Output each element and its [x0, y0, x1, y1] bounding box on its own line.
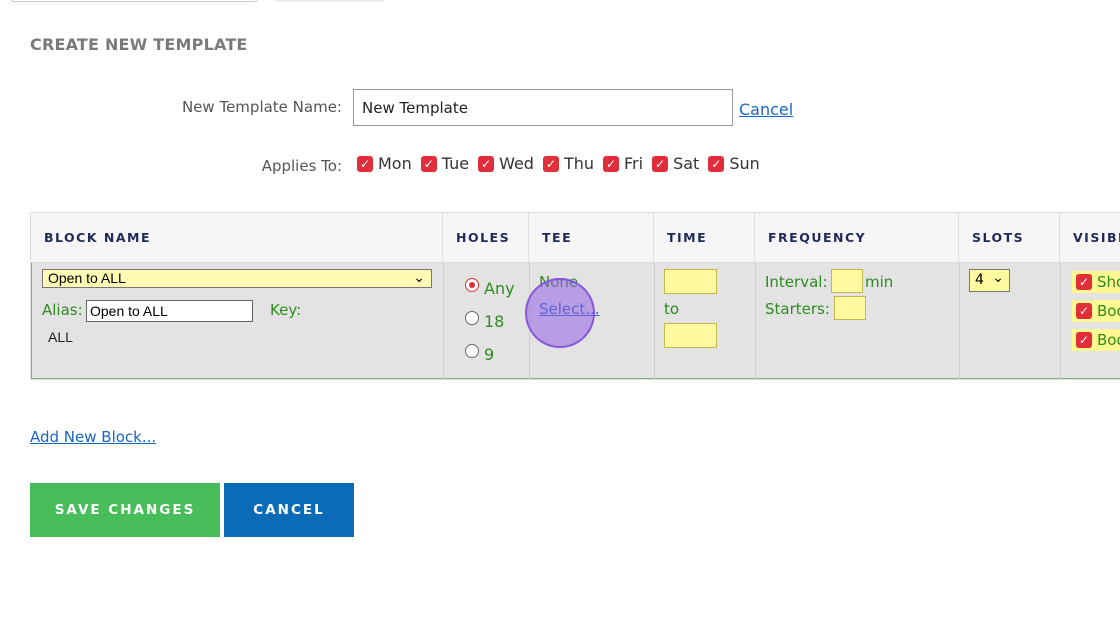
day-mon[interactable]: ✓ Mon: [357, 154, 412, 173]
radio-holes-any[interactable]: [465, 278, 479, 292]
block-name-value: Open to ALL: [48, 270, 126, 286]
alias-label: Alias:: [42, 301, 83, 319]
day-sat[interactable]: ✓ Sat: [652, 154, 699, 173]
column-divider: [1060, 263, 1061, 379]
header-visibility: VISIBI: [1073, 230, 1120, 245]
key-value: ALL: [48, 329, 73, 345]
save-changes-button[interactable]: SAVE CHANGES: [30, 483, 220, 537]
checkbox-checked-icon[interactable]: ✓: [1076, 303, 1092, 319]
day-fri[interactable]: ✓ Fri: [603, 154, 643, 173]
interval-input[interactable]: [831, 269, 863, 293]
cancel-button[interactable]: CANCEL: [224, 483, 354, 537]
column-divider: [755, 263, 756, 379]
header-holes: HOLES: [443, 213, 529, 262]
checkbox-checked-icon[interactable]: ✓: [603, 155, 620, 172]
day-label: Fri: [624, 154, 644, 173]
chevron-down-icon: ⌄: [992, 270, 1004, 286]
cancel-link[interactable]: Cancel: [739, 100, 793, 119]
day-label: Mon: [378, 154, 412, 173]
day-wed[interactable]: ✓ Wed: [478, 154, 534, 173]
blocks-table: BLOCK NAME HOLES TEE TIME FREQUENCY SLOT…: [30, 212, 1120, 380]
header-block-name: BLOCK NAME: [31, 213, 443, 262]
holes-18-label: 18: [484, 312, 505, 331]
day-label: Tue: [441, 154, 470, 173]
checkbox-checked-icon[interactable]: ✓: [1076, 274, 1092, 290]
top-text-partial: [275, 0, 385, 2]
starters-label: Starters:: [765, 300, 830, 318]
column-divider: [529, 263, 530, 379]
tee-select-link[interactable]: Select...: [539, 300, 600, 318]
holes-any-label: Any: [484, 279, 515, 298]
template-name-label: New Template Name:: [181, 98, 342, 116]
column-divider: [443, 263, 444, 379]
day-label: Sat: [673, 154, 700, 173]
checkbox-checked-icon[interactable]: ✓: [542, 155, 559, 172]
radio-holes-18[interactable]: [465, 311, 479, 325]
checkbox-checked-icon[interactable]: ✓: [708, 155, 725, 172]
checkbox-checked-icon[interactable]: ✓: [1076, 332, 1092, 348]
interval-unit: min: [865, 273, 894, 291]
time-to-label: to: [664, 300, 680, 318]
checkbox-checked-icon[interactable]: ✓: [420, 155, 437, 172]
interval-label: Interval:: [765, 273, 828, 291]
radio-holes-9[interactable]: [465, 344, 479, 358]
add-new-block-link[interactable]: Add New Block...: [30, 428, 156, 446]
chevron-down-icon: ⌄: [413, 269, 425, 285]
time-start-input[interactable]: [664, 269, 717, 294]
checkbox-checked-icon[interactable]: ✓: [652, 155, 669, 172]
day-label: Sun: [729, 154, 760, 173]
starters-input[interactable]: [834, 296, 866, 320]
visibility-option[interactable]: ✓ Boo: [1072, 300, 1120, 322]
holes-9-label: 9: [484, 345, 495, 364]
applies-to-label: Applies To:: [261, 157, 342, 175]
header-time: TIME: [654, 213, 755, 262]
header-slots: SLOTS: [959, 213, 1060, 262]
checkbox-checked-icon[interactable]: ✓: [357, 155, 373, 172]
slots-value: 4: [975, 272, 984, 288]
day-label: Wed: [499, 154, 534, 173]
visibility-label: Boo: [1097, 302, 1120, 320]
column-divider: [959, 263, 960, 379]
day-thu[interactable]: ✓ Thu: [542, 154, 595, 173]
key-label: Key:: [270, 301, 302, 319]
table-row: Open to ALL ⌄ Alias: Key: ALL Any 18 9 N…: [31, 263, 1120, 379]
day-tue[interactable]: ✓ Tue: [420, 154, 470, 173]
table-header: BLOCK NAME HOLES TEE TIME FREQUENCY SLOT…: [31, 213, 1120, 263]
visibility-label: Sho: [1097, 273, 1120, 291]
visibility-label: Boo: [1097, 331, 1120, 349]
alias-input[interactable]: [86, 300, 253, 322]
header-tee: TEE: [529, 213, 654, 262]
page-title: CREATE NEW TEMPLATE: [30, 35, 248, 54]
header-frequency: FREQUENCY: [755, 213, 959, 262]
top-dropdown-partial[interactable]: [10, 0, 258, 2]
visibility-option[interactable]: ✓ Boo: [1072, 329, 1120, 351]
checkbox-checked-icon[interactable]: ✓: [478, 155, 495, 172]
template-name-input[interactable]: [353, 89, 733, 126]
visibility-option[interactable]: ✓ Sho: [1072, 271, 1120, 293]
day-sun[interactable]: ✓ Sun: [708, 154, 760, 173]
slots-select[interactable]: 4 ⌄: [969, 269, 1010, 292]
block-name-select[interactable]: Open to ALL ⌄: [42, 269, 432, 288]
time-end-input[interactable]: [664, 323, 717, 348]
days-group: ✓ Mon ✓ Tue ✓ Wed ✓ Thu ✓ Fri ✓ Sat ✓ Sun: [357, 154, 769, 173]
day-label: Thu: [563, 154, 595, 173]
tee-value: None: [539, 273, 579, 291]
column-divider: [654, 263, 655, 379]
